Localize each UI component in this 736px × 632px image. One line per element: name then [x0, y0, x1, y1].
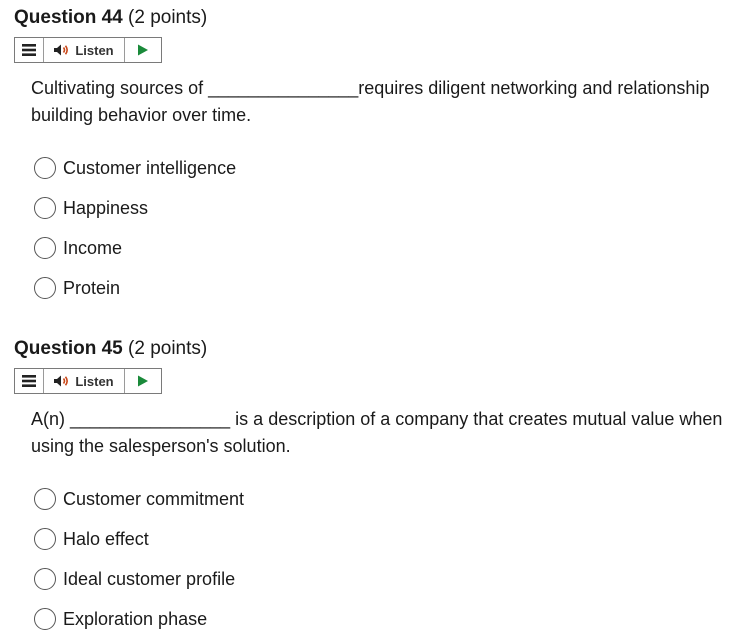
radio-button[interactable]	[34, 528, 56, 550]
option-label: Income	[63, 237, 123, 258]
radio-button[interactable]	[34, 568, 56, 590]
menu-button[interactable]	[15, 38, 44, 62]
answer-option[interactable]: Income	[34, 235, 122, 261]
answer-option[interactable]: Customer commitment	[34, 486, 244, 512]
radio-button[interactable]	[34, 157, 56, 179]
question-text: A(n) ________________ is a description o…	[31, 409, 723, 456]
radio-button[interactable]	[34, 237, 56, 259]
listen-button[interactable]: Listen	[44, 38, 125, 62]
question-number: Question 45	[14, 338, 123, 359]
question-number: Question 44	[14, 7, 123, 28]
answer-option[interactable]: Halo effect	[34, 526, 149, 552]
speaker-icon	[54, 375, 69, 387]
speaker-icon	[54, 44, 69, 56]
option-label: Customer commitment	[63, 488, 245, 509]
option-label: Exploration phase	[63, 608, 208, 629]
radio-button[interactable]	[34, 488, 56, 510]
question-title: Question 45 (2 points)	[14, 338, 207, 360]
option-label: Protein	[63, 277, 121, 298]
play-button[interactable]	[125, 369, 161, 393]
listen-label: Listen	[75, 373, 114, 389]
menu-icon	[22, 44, 36, 56]
play-icon	[138, 375, 148, 387]
answer-option[interactable]: Protein	[34, 275, 120, 301]
radio-button[interactable]	[34, 277, 56, 299]
listen-toolbar: Listen	[14, 368, 162, 394]
answer-option[interactable]: Customer intelligence	[34, 155, 236, 181]
option-label: Happiness	[63, 197, 149, 218]
listen-button[interactable]: Listen	[44, 369, 125, 393]
play-icon	[138, 44, 148, 56]
question-text: Cultivating sources of _______________re…	[31, 78, 710, 125]
option-label: Ideal customer profile	[63, 568, 236, 589]
menu-icon	[22, 375, 36, 387]
answer-option[interactable]: Ideal customer profile	[34, 566, 235, 592]
answer-option[interactable]: Happiness	[34, 195, 148, 221]
question-points: (2 points)	[128, 7, 208, 28]
option-label: Customer intelligence	[63, 157, 237, 178]
option-label: Halo effect	[63, 528, 149, 549]
listen-label: Listen	[75, 42, 114, 58]
menu-button[interactable]	[15, 369, 44, 393]
radio-button[interactable]	[34, 197, 56, 219]
play-button[interactable]	[125, 38, 161, 62]
radio-button[interactable]	[34, 608, 56, 630]
question-points: (2 points)	[128, 338, 208, 359]
listen-toolbar: Listen	[14, 37, 162, 63]
question-title: Question 44 (2 points)	[14, 7, 207, 29]
answer-option[interactable]: Exploration phase	[34, 606, 207, 632]
